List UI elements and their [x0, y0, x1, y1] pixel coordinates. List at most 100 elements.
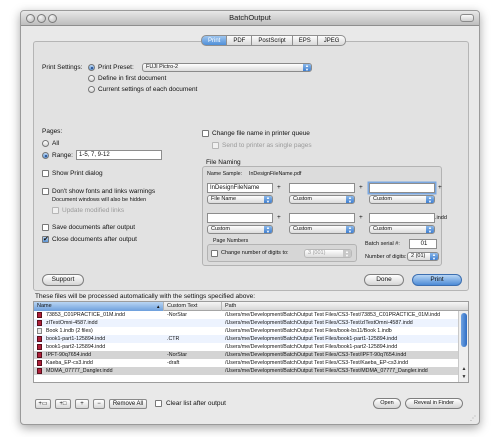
batch-serial-label: Batch serial #: [365, 241, 400, 247]
table-row[interactable]: zITestOmni-4587.indd /Users/me/Developme… [34, 319, 458, 327]
print-preset-popup[interactable]: FUJI Pictro-2 ▲ ▼ [142, 63, 312, 72]
scroll-up-icon[interactable]: ▲ [460, 365, 468, 373]
naming-popup-4[interactable]: Custom ▲ ▼ [207, 225, 273, 234]
toolbar-toggle-button[interactable] [460, 14, 474, 22]
show-print-dialog-label: Show Print dialog [52, 170, 103, 177]
name-sample-value: InDesignFileName.pdf [249, 171, 302, 177]
table-row[interactable]: Book 1.indb (2 files) /Users/me/Developm… [34, 327, 458, 335]
title-bar: BatchOutput [21, 11, 479, 26]
table-row[interactable]: MDMA_07777_Dangler.indd /Users/me/Develo… [34, 367, 458, 375]
scroll-down-icon[interactable]: ▼ [460, 373, 468, 381]
row-name: IPFT-90q7654.indd [46, 352, 92, 358]
num-digits-label: Number of digits: [365, 254, 407, 260]
change-digits-checkbox[interactable] [211, 250, 218, 257]
row-path: /Users/me/Development/BatchOutput Test F… [225, 336, 398, 342]
naming-field-4[interactable] [207, 213, 273, 223]
batchoutput-window: BatchOutput Print Settings: Print Preset… [20, 10, 480, 425]
indd-file-icon [37, 360, 42, 366]
num-digits-popup[interactable]: 2 (01) ▲ ▼ [407, 252, 439, 261]
show-print-dialog-checkbox[interactable] [42, 170, 49, 177]
list-caption: These files will be processed automatica… [35, 293, 256, 300]
change-name-checkbox[interactable] [202, 130, 209, 137]
clear-list-checkbox[interactable] [155, 400, 162, 407]
naming-field-2[interactable] [289, 183, 355, 193]
file-naming-title: File Naming [206, 159, 241, 166]
plus-icon-2: + [359, 184, 363, 191]
file-list-table: Name ▲ Custom Text Path 73853_C01PRACTIC… [33, 301, 469, 383]
naming-field-6[interactable] [369, 213, 435, 223]
done-button[interactable]: Done [364, 274, 404, 286]
open-button[interactable]: Open [373, 398, 401, 409]
row-path: /Users/me/Development/BatchOutput Test F… [225, 360, 409, 366]
naming-popup-6-value: Custom [373, 226, 392, 232]
row-name: book1-part2-125894.indd [46, 344, 106, 350]
page-numbers-group: Change number of digits to: 3 (001) ▲ ▼ [207, 244, 357, 262]
batch-serial-field[interactable]: 01 [409, 239, 437, 249]
naming-field-3[interactable] [369, 183, 435, 193]
popup-arrows-icon: ▲ ▼ [426, 196, 434, 203]
row-custom: -NorStar [167, 352, 188, 358]
remove-all-button[interactable]: Remove All [109, 399, 147, 409]
pages-all-radio[interactable] [42, 140, 49, 147]
column-name[interactable]: Name [34, 302, 164, 311]
naming-popup-3[interactable]: Custom ▲ ▼ [369, 195, 435, 204]
popup-arrows-icon: ▲ ▼ [303, 64, 311, 71]
indd-file-icon [37, 344, 42, 350]
remove-button[interactable]: − [93, 399, 105, 409]
dont-show-warnings-checkbox[interactable] [42, 188, 49, 195]
naming-popup-2[interactable]: Custom ▲ ▼ [289, 195, 355, 204]
page-range-field[interactable]: 1-5, 7, 9-12 [76, 150, 162, 160]
add-item-button[interactable]: + [75, 399, 89, 409]
support-button[interactable]: Support [42, 274, 84, 286]
define-first-radio[interactable] [88, 75, 95, 82]
reveal-in-finder-button[interactable]: Reveal in Finder [405, 398, 463, 409]
naming-popup-6[interactable]: Custom ▲ ▼ [369, 225, 435, 234]
popup-arrows-icon: ▲ ▼ [343, 250, 351, 257]
pages-all-label: All [52, 140, 60, 147]
save-docs-checkbox[interactable] [42, 224, 49, 231]
column-custom-text[interactable]: Custom Text [164, 302, 222, 311]
tab-postscript[interactable]: PostScript [252, 35, 293, 46]
row-custom: .CTR [167, 336, 180, 342]
indd-file-icon [37, 312, 42, 318]
plus-icon-4: + [277, 214, 281, 221]
table-row[interactable]: book1-part1-125894.indd .CTR /Users/me/D… [34, 335, 458, 343]
indd-file-icon [37, 352, 42, 358]
table-scrollbar[interactable]: ▲ ▼ [458, 311, 468, 382]
tab-jpeg[interactable]: JPEG [317, 35, 347, 46]
add-file-button[interactable]: +□ [55, 399, 71, 409]
popup-arrows-icon: ▲ ▼ [264, 226, 272, 233]
add-folder-button[interactable]: +▭ [35, 399, 51, 409]
resize-grip-icon[interactable]: ⋰ [470, 415, 476, 422]
row-path: /Users/me/Development/BatchOutput Test F… [225, 352, 407, 358]
table-row[interactable]: book1-part2-125894.indd /Users/me/Develo… [34, 343, 458, 351]
print-preset-radio[interactable] [88, 64, 95, 71]
tab-print[interactable]: Print [201, 35, 228, 46]
digits-popup[interactable]: 3 (001) ▲ ▼ [304, 249, 352, 258]
send-single-checkbox[interactable] [212, 142, 219, 149]
print-button[interactable]: Print [412, 274, 462, 286]
tab-pdf[interactable]: PDF [227, 35, 253, 46]
indd-file-icon [37, 320, 42, 326]
column-path[interactable]: Path [222, 302, 458, 311]
table-row[interactable]: Kaeba_EP-cs3.indd -draft /Users/me/Devel… [34, 359, 458, 367]
table-row[interactable]: IPFT-90q7654.indd -NorStar /Users/me/Dev… [34, 351, 458, 359]
row-path: /Users/me/Development/BatchOutput Test F… [225, 344, 398, 350]
scroll-thumb[interactable] [461, 313, 467, 347]
table-row[interactable]: 73853_C01PRACTICE_01M.indd -NorStar /Use… [34, 311, 458, 319]
naming-popup-1[interactable]: File Name ▲ ▼ [207, 195, 273, 204]
current-settings-radio[interactable] [88, 86, 95, 93]
naming-field-5[interactable] [289, 213, 355, 223]
row-name: zITestOmni-4587.indd [46, 320, 98, 326]
digits-popup-value: 3 (001) [308, 250, 326, 256]
settings-panel: Print Settings: Print Preset: FUJI Pictr… [33, 41, 469, 291]
tab-eps[interactable]: EPS [292, 35, 318, 46]
naming-popup-4-value: Custom [211, 226, 230, 232]
naming-field-1[interactable]: InDesignFileName [207, 183, 273, 193]
naming-popup-5[interactable]: Custom ▲ ▼ [289, 225, 355, 234]
naming-popup-3-value: Custom [373, 196, 392, 202]
pages-range-radio[interactable] [42, 152, 49, 159]
update-links-checkbox[interactable] [52, 207, 59, 214]
close-docs-checkbox[interactable] [42, 235, 49, 243]
row-name: 73853_C01PRACTICE_01M.indd [46, 312, 125, 318]
